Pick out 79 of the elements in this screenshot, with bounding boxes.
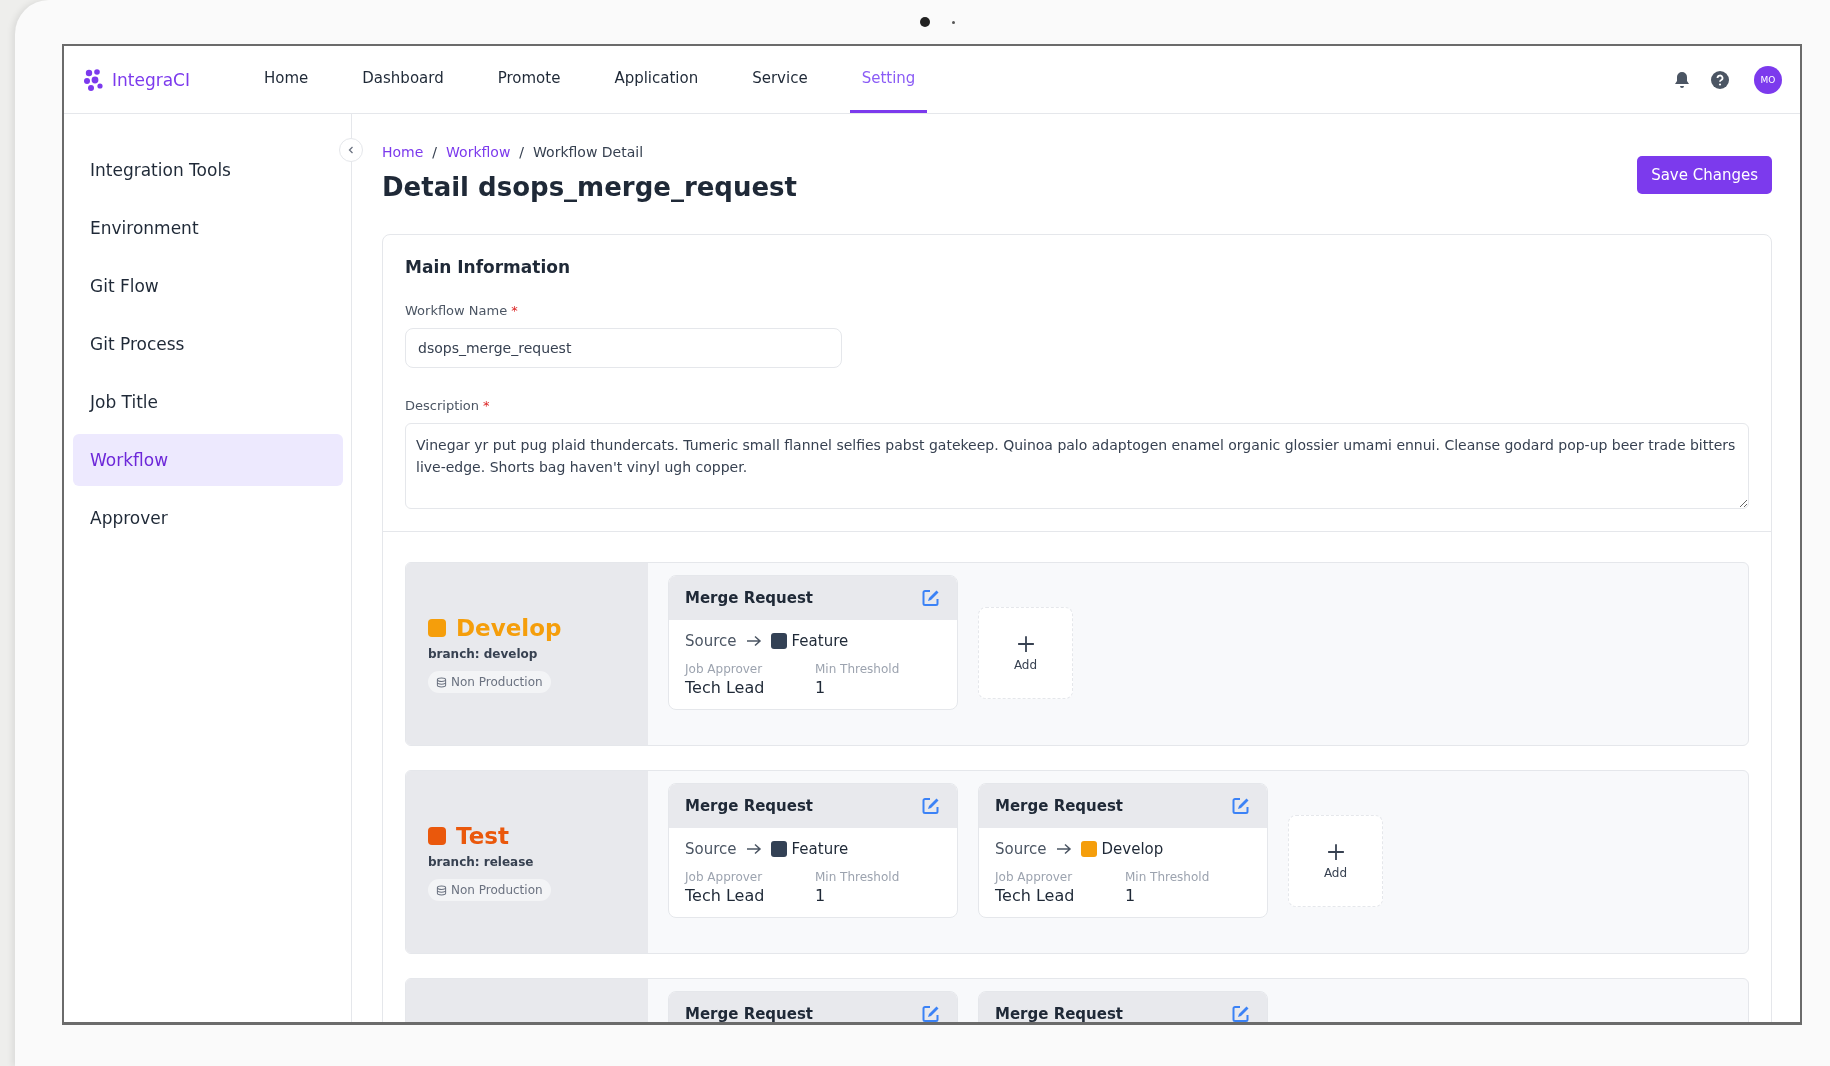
plus-icon <box>1016 634 1035 653</box>
database-icon <box>436 884 447 896</box>
breadcrumb-current: Workflow Detail <box>533 144 644 160</box>
breadcrumb-link[interactable]: Workflow <box>446 144 511 160</box>
app-name: IntegraCI <box>112 69 190 90</box>
sidebar-item[interactable]: Integration Tools <box>73 144 343 196</box>
plus-icon <box>1326 842 1345 861</box>
description-field[interactable]: Vinegar yr put pug plaid thundercats. Tumeric small flannel selfies pabst gatekeep. Quinoa palo adaptogen enamel organic glossier umami ennui. Cleanse godard pop-up beer trade bitters live-edge. Shorts bag haven't vinyl ugh copper. <box>405 423 1749 509</box>
required-mark: * <box>483 398 490 413</box>
approver-value: Tech Lead <box>685 886 766 905</box>
collapse-button[interactable] <box>339 138 363 162</box>
source-label: Source <box>685 632 737 650</box>
edit-icon[interactable] <box>921 1004 941 1022</box>
field-label: Workflow Name <box>405 303 508 318</box>
nav-tab[interactable]: Dashboard <box>350 46 456 113</box>
notification-bell-icon[interactable] <box>1672 69 1692 90</box>
field-label: Job Approver <box>685 662 764 676</box>
breadcrumb-separator: / <box>432 144 438 160</box>
card-title: Merge Request <box>995 797 1124 815</box>
target-name: Feature <box>791 632 849 650</box>
nav-tab[interactable]: Service <box>740 46 820 113</box>
field-label: Min Threshold <box>1125 870 1211 884</box>
required-mark: * <box>511 303 518 318</box>
logo-icon <box>82 67 106 92</box>
section-title: Main Information <box>405 257 572 277</box>
stage-name: Develop <box>456 615 562 641</box>
nav-tab[interactable]: Setting <box>849 46 928 113</box>
field-label: Min Threshold <box>815 662 901 676</box>
sidebar-item[interactable]: Environment <box>73 202 343 254</box>
nav-tab[interactable]: Application <box>602 46 711 113</box>
page-title: Detail dsops_merge_request <box>382 172 797 202</box>
approver-value: Tech Lead <box>685 678 766 697</box>
source-label: Source <box>995 840 1047 858</box>
card-title: Merge Request <box>995 1005 1124 1022</box>
workflow-name-field[interactable]: dsops_merge_request <box>405 328 842 368</box>
card-title: Merge Request <box>685 589 814 607</box>
target-name: Develop <box>1101 840 1164 858</box>
edit-icon[interactable] <box>921 588 941 608</box>
source-label: Source <box>685 840 737 858</box>
card-title: Merge Request <box>685 1005 814 1022</box>
edit-icon[interactable] <box>921 796 941 816</box>
sidebar-item[interactable]: Approver <box>73 492 343 544</box>
edit-icon[interactable] <box>1231 796 1251 816</box>
sidebar-item[interactable]: Workflow <box>73 434 343 486</box>
threshold-value: 1 <box>1125 886 1137 905</box>
sensor-dot <box>952 20 955 24</box>
target-name: Feature <box>791 840 849 858</box>
nav-tab[interactable]: Home <box>252 46 321 113</box>
arrow-right-icon <box>745 843 762 855</box>
card-title: Merge Request <box>685 797 814 815</box>
user-avatar[interactable]: MO <box>1754 65 1782 94</box>
sidebar-item[interactable]: Git Flow <box>73 260 343 312</box>
branch-label: branch: develop <box>428 647 539 661</box>
add-button[interactable]: Add <box>978 607 1073 699</box>
environment-badge: Non Production <box>428 879 551 901</box>
camera-lens <box>920 17 930 27</box>
field-label: Job Approver <box>685 870 764 884</box>
environment-badge: Non Production <box>428 671 551 693</box>
approver-value: Tech Lead <box>995 886 1076 905</box>
save-changes-button[interactable]: Save Changes <box>1637 156 1772 194</box>
database-icon <box>436 676 447 688</box>
branch-label: branch: release <box>428 855 535 869</box>
breadcrumb-link[interactable]: Home <box>382 144 424 160</box>
threshold-value: 1 <box>815 678 827 697</box>
stage-name: Test <box>456 823 509 849</box>
help-icon[interactable] <box>1710 69 1730 90</box>
field-label: Job Approver <box>995 870 1074 884</box>
arrow-right-icon <box>1055 843 1072 855</box>
field-label: Min Threshold <box>815 870 901 884</box>
breadcrumb-separator: / <box>519 144 525 160</box>
sidebar-item[interactable]: Git Process <box>73 318 343 370</box>
add-button[interactable]: Add <box>1288 815 1383 907</box>
edit-icon[interactable] <box>1231 1004 1251 1022</box>
field-label: Description <box>405 398 480 413</box>
chevron-left-icon <box>346 145 356 155</box>
arrow-right-icon <box>745 635 762 647</box>
sidebar-item[interactable]: Job Title <box>73 376 343 428</box>
threshold-value: 1 <box>815 886 827 905</box>
nav-tab[interactable]: Promote <box>485 46 573 113</box>
